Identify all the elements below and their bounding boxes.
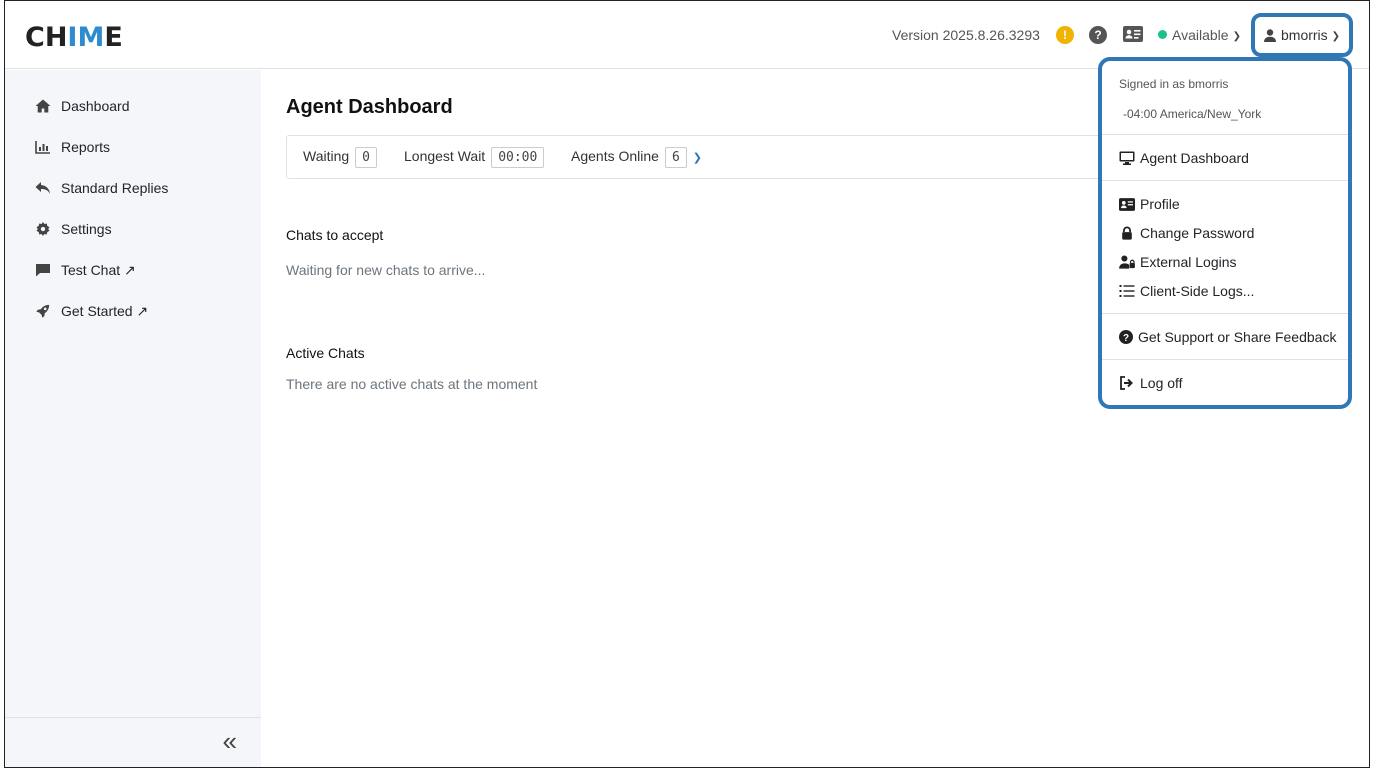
waiting-label: Waiting [303, 148, 350, 164]
chat-icon [36, 264, 50, 277]
sidebar: Dashboard Reports Standard Replies Setti… [5, 70, 261, 767]
chats-to-accept-heading: Chats to accept [286, 227, 384, 243]
sidebar-footer: « [5, 717, 261, 767]
question-circle-icon: ? [1119, 330, 1133, 344]
sidebar-item-get-started[interactable]: Get Started ↗ [35, 303, 148, 320]
logo-text-suffix: E [104, 22, 123, 53]
sidebar-item-label: Reports [61, 139, 111, 155]
logo-text-prefix: CH [25, 22, 68, 53]
collapse-sidebar-icon[interactable]: « [223, 728, 237, 754]
active-chats-heading: Active Chats [286, 345, 365, 361]
menu-item-label: Log off [1140, 375, 1183, 391]
longest-wait-stat: Longest Wait 00:00 [404, 147, 545, 168]
rocket-icon [36, 304, 50, 318]
sidebar-item-dashboard[interactable]: Dashboard [35, 98, 130, 114]
waiting-value: 0 [355, 147, 377, 168]
gear-icon [36, 222, 50, 236]
menu-divider [1102, 313, 1348, 314]
sidebar-item-settings[interactable]: Settings [35, 221, 112, 237]
status-dropdown[interactable]: Available ❯ [1158, 27, 1241, 43]
menu-item-client-side-logs[interactable]: Client-Side Logs... [1119, 283, 1254, 299]
menu-item-label: Change Password [1140, 225, 1255, 241]
sidebar-item-label: Dashboard [61, 98, 130, 114]
page-title: Agent Dashboard [286, 96, 453, 118]
id-card-icon[interactable] [1123, 26, 1143, 42]
chats-to-accept-empty-text: Waiting for new chats to arrive... [286, 262, 486, 278]
status-label: Available [1172, 27, 1229, 43]
signed-in-label: Signed in as bmorris [1119, 77, 1229, 91]
id-card-icon [1119, 198, 1135, 211]
sidebar-item-label: Get Started ↗ [61, 303, 149, 319]
lock-icon [1122, 226, 1132, 240]
bar-chart-icon [35, 141, 50, 154]
longest-wait-label: Longest Wait [404, 148, 486, 164]
stats-bar: Waiting 0 Longest Wait 00:00 Agents Online… [286, 135, 1186, 179]
warning-icon[interactable]: ! [1056, 26, 1074, 44]
chevron-down-icon: ❯ [1232, 31, 1241, 42]
menu-divider [1102, 359, 1348, 360]
menu-item-label: Profile [1140, 196, 1180, 212]
menu-item-label: External Logins [1140, 254, 1237, 270]
sidebar-item-label: Settings [61, 221, 112, 237]
timezone-label: -04:00 America/New_York [1123, 107, 1262, 121]
sidebar-item-standard-replies[interactable]: Standard Replies [35, 180, 168, 196]
version-label: Version 2025.8.26.3293 [892, 27, 1040, 43]
monitor-icon [1119, 151, 1135, 165]
menu-item-profile[interactable]: Profile [1119, 196, 1180, 212]
menu-item-label: Agent Dashboard [1140, 150, 1249, 166]
sidebar-item-label: Standard Replies [61, 180, 169, 196]
chime-logo[interactable]: CHIME [25, 23, 123, 53]
sign-out-icon [1120, 376, 1133, 390]
user-lock-icon [1119, 255, 1135, 269]
reply-icon [35, 182, 50, 194]
user-menu-button[interactable]: bmorris ❯ [1251, 13, 1353, 57]
menu-item-label: Client-Side Logs... [1140, 283, 1255, 299]
sidebar-item-test-chat[interactable]: Test Chat ↗ [35, 262, 136, 279]
menu-item-label: Get Support or Share Feedback [1138, 329, 1337, 345]
waiting-stat: Waiting 0 [303, 147, 377, 168]
menu-item-log-off[interactable]: Log off [1119, 375, 1183, 391]
agents-online-value: 6 [664, 147, 687, 168]
chevron-down-icon: ❯ [1331, 31, 1341, 42]
status-dot-icon [1158, 30, 1167, 39]
list-icon [1119, 285, 1135, 297]
active-chats-empty-text: There are no active chats at the moment [286, 376, 538, 392]
user-dropdown-menu: Signed in as bmorris -04:00 America/New_… [1098, 57, 1352, 409]
sidebar-item-label: Test Chat ↗ [61, 262, 136, 278]
menu-divider [1102, 180, 1348, 181]
chevron-down-icon[interactable]: ❯ [693, 152, 702, 164]
home-icon [35, 99, 51, 113]
longest-wait-value: 00:00 [491, 147, 545, 168]
menu-item-change-password[interactable]: Change Password [1119, 225, 1254, 241]
sidebar-item-reports[interactable]: Reports [35, 139, 110, 155]
username-label: bmorris [1281, 27, 1328, 43]
svg-text:?: ? [1123, 333, 1129, 344]
menu-item-agent-dashboard[interactable]: Agent Dashboard [1119, 150, 1249, 166]
menu-item-external-logins[interactable]: External Logins [1119, 254, 1237, 270]
user-icon [1264, 29, 1276, 42]
app-window: CHIME Version 2025.8.26.3293 ! ? Availab… [4, 0, 1370, 768]
menu-item-get-support[interactable]: ? Get Support or Share Feedback [1119, 329, 1336, 345]
logo-text-highlight: IM [67, 22, 105, 53]
agents-online-label: Agents Online [571, 148, 659, 164]
agents-online-stat[interactable]: Agents Online 6 ❯ [571, 147, 702, 168]
menu-divider [1102, 134, 1348, 135]
help-icon[interactable]: ? [1089, 26, 1107, 44]
